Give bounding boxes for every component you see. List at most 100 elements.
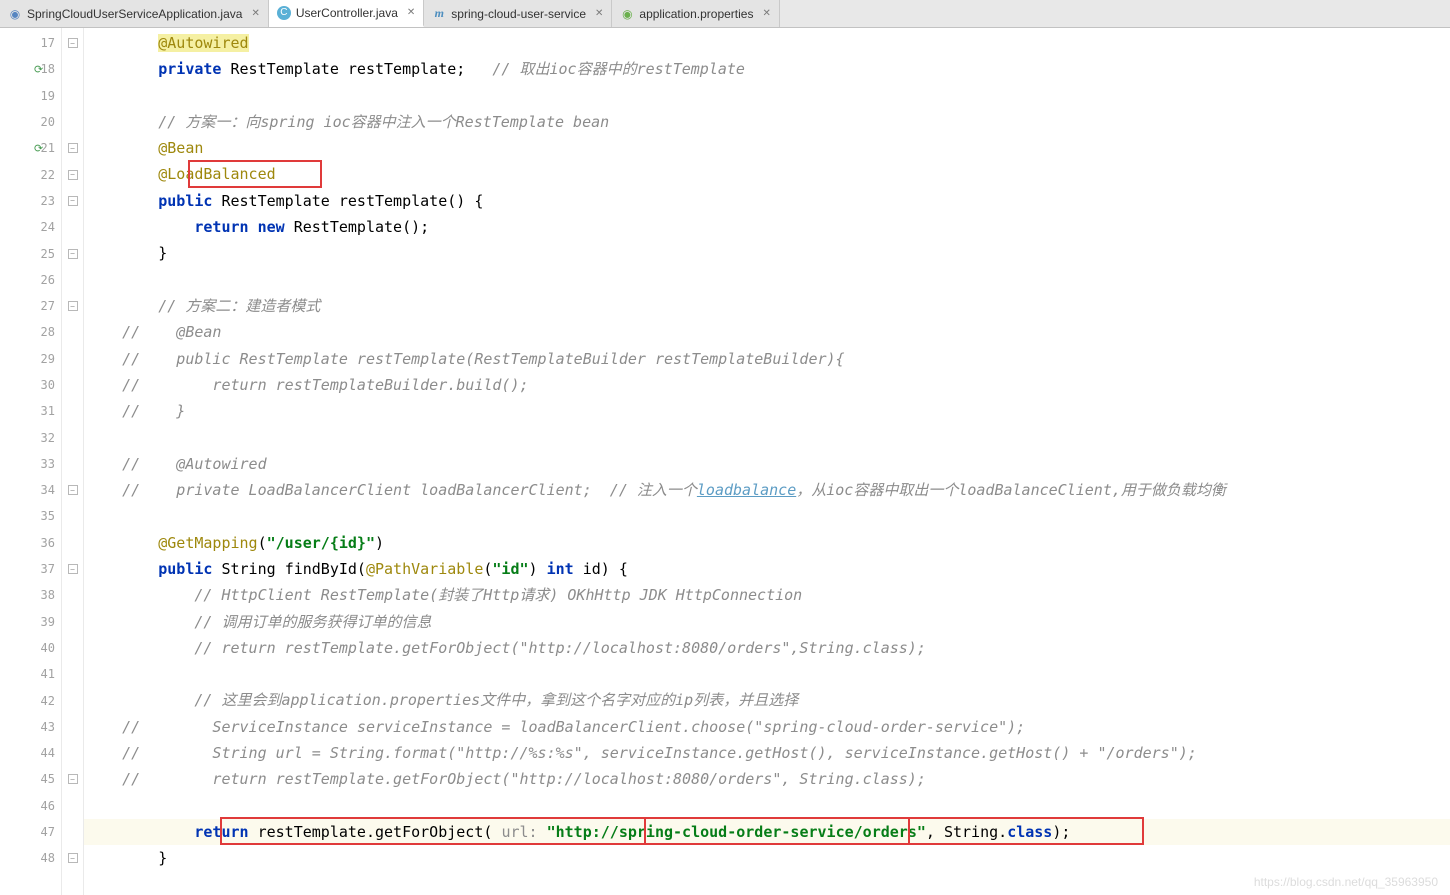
code-line[interactable]: // }	[84, 398, 1450, 424]
fold-gutter	[62, 740, 83, 766]
code-token: // HttpClient RestTemplate(封装了Http请求) OK…	[194, 586, 802, 604]
code-token: // 调用订单的服务获得订单的信息	[194, 613, 431, 631]
code-line[interactable]: }	[84, 240, 1450, 266]
fold-marker-icon[interactable]: −	[68, 853, 78, 863]
fold-gutter	[62, 609, 83, 635]
fold-marker-icon[interactable]: −	[68, 301, 78, 311]
code-token: restTemplate;	[348, 60, 493, 78]
code-line[interactable]: // 这里会到application.properties文件中，拿到这个名字对…	[84, 687, 1450, 713]
fold-gutter	[62, 109, 83, 135]
line-number: 31	[0, 398, 61, 424]
code-line[interactable]: return new RestTemplate();	[84, 214, 1450, 240]
code-token: RestTemplate	[231, 60, 348, 78]
line-number: 45	[0, 766, 61, 792]
code-line[interactable]: // @Bean	[84, 319, 1450, 345]
fold-marker-icon[interactable]: −	[68, 196, 78, 206]
tab-label: application.properties	[639, 7, 753, 21]
code-token: // ServiceInstance serviceInstance = loa…	[122, 718, 1025, 736]
fold-marker-icon[interactable]: −	[68, 170, 78, 180]
code-line[interactable]: return restTemplate.getForObject( url: "…	[84, 819, 1450, 845]
code-token: findById(	[285, 560, 366, 578]
close-icon[interactable]: ✕	[403, 7, 415, 18]
code-line[interactable]: @Bean	[84, 135, 1450, 161]
line-number: 20	[0, 109, 61, 135]
line-number: 38	[0, 582, 61, 608]
code-area[interactable]: @Autowired private RestTemplate restTemp…	[84, 28, 1450, 895]
code-line[interactable]: // return restTemplateBuilder.build();	[84, 372, 1450, 398]
code-line[interactable]: // 方案一：向spring ioc容器中注入一个RestTemplate be…	[84, 109, 1450, 135]
code-line[interactable]: // 方案二：建造者模式	[84, 293, 1450, 319]
code-line[interactable]: @GetMapping("/user/{id}")	[84, 530, 1450, 556]
line-number: 25	[0, 240, 61, 266]
code-line[interactable]: // HttpClient RestTemplate(封装了Http请求) OK…	[84, 582, 1450, 608]
fold-marker-icon[interactable]: −	[68, 774, 78, 784]
close-icon[interactable]: ✕	[247, 8, 259, 19]
tab-usercontroller-java[interactable]: CUserController.java✕	[269, 0, 424, 27]
maven-icon: m	[432, 7, 446, 21]
fold-marker-icon[interactable]: −	[68, 485, 78, 495]
code-token: id) {	[583, 560, 628, 578]
code-token: public	[158, 560, 221, 578]
code-line[interactable]: // return restTemplate.getForObject("htt…	[84, 766, 1450, 792]
fold-marker-icon[interactable]: −	[68, 564, 78, 574]
code-line[interactable]: // return restTemplate.getForObject("htt…	[84, 635, 1450, 661]
code-token: // return restTemplate.getForObject("htt…	[122, 770, 926, 788]
code-line[interactable]	[84, 661, 1450, 687]
code-line[interactable]: // ServiceInstance serviceInstance = loa…	[84, 714, 1450, 740]
code-token: public	[158, 192, 221, 210]
line-number: 37	[0, 556, 61, 582]
code-line[interactable]	[84, 83, 1450, 109]
fold-marker-icon[interactable]: −	[68, 143, 78, 153]
fold-gutter	[62, 346, 83, 372]
fold-marker-icon[interactable]: −	[68, 249, 78, 259]
fold-marker-icon[interactable]: −	[68, 38, 78, 48]
code-line[interactable]: // String url = String.format("http://%s…	[84, 740, 1450, 766]
code-token: restTemplate.	[258, 823, 375, 841]
line-number: 48	[0, 845, 61, 871]
fold-gutter	[62, 793, 83, 819]
code-line[interactable]: }	[84, 845, 1450, 871]
close-icon[interactable]: ✕	[591, 8, 603, 19]
tab-label: SpringCloudUserServiceApplication.java	[27, 7, 242, 21]
code-line[interactable]	[84, 267, 1450, 293]
code-token: )	[375, 534, 384, 552]
line-number: 27	[0, 293, 61, 319]
code-line[interactable]	[84, 503, 1450, 529]
tab-springclouduserserviceapplication-java[interactable]: ◉SpringCloudUserServiceApplication.java✕	[0, 0, 269, 27]
fold-gutter	[62, 83, 83, 109]
code-line[interactable]: @Autowired	[84, 30, 1450, 56]
watermark: https://blog.csdn.net/qq_35963950	[1254, 875, 1438, 889]
code-line[interactable]: public String findById(@PathVariable("id…	[84, 556, 1450, 582]
code-line[interactable]	[84, 424, 1450, 450]
close-icon[interactable]: ✕	[758, 8, 770, 19]
code-token: "/user/{id}"	[267, 534, 375, 552]
tab-spring-cloud-user-service[interactable]: mspring-cloud-user-service✕	[424, 0, 612, 27]
line-number: 26	[0, 267, 61, 293]
code-token: String	[221, 560, 284, 578]
code-token: // }	[122, 402, 185, 420]
code-line[interactable]: // public RestTemplate restTemplate(Rest…	[84, 346, 1450, 372]
line-number: 36	[0, 530, 61, 556]
tab-application-properties[interactable]: ◉application.properties✕	[612, 0, 779, 27]
line-number: 46	[0, 793, 61, 819]
code-line[interactable]: // 调用订单的服务获得订单的信息	[84, 609, 1450, 635]
line-number: 29	[0, 346, 61, 372]
code-token: // String url = String.format("http://%s…	[122, 744, 1197, 762]
code-line[interactable]: @LoadBalanced	[84, 161, 1450, 187]
code-token: (	[258, 534, 267, 552]
code-line[interactable]: // @Autowired	[84, 451, 1450, 477]
tab-bar: ◉SpringCloudUserServiceApplication.java✕…	[0, 0, 1450, 28]
fold-gutter: −	[62, 845, 83, 871]
code-line[interactable]	[84, 793, 1450, 819]
run-gutter-icon[interactable]: ⟳	[34, 142, 43, 155]
line-number: 17	[0, 30, 61, 56]
code-token: // @Autowired	[122, 455, 267, 473]
code-line[interactable]: private RestTemplate restTemplate; // 取出…	[84, 56, 1450, 82]
code-line[interactable]: public RestTemplate restTemplate() {	[84, 188, 1450, 214]
code-token: , String.	[926, 823, 1007, 841]
run-gutter-icon[interactable]: ⟳	[34, 63, 43, 76]
code-token: url:	[501, 823, 546, 841]
code-line[interactable]: // private LoadBalancerClient loadBalanc…	[84, 477, 1450, 503]
fold-gutter	[62, 635, 83, 661]
fold-gutter: −	[62, 161, 83, 187]
